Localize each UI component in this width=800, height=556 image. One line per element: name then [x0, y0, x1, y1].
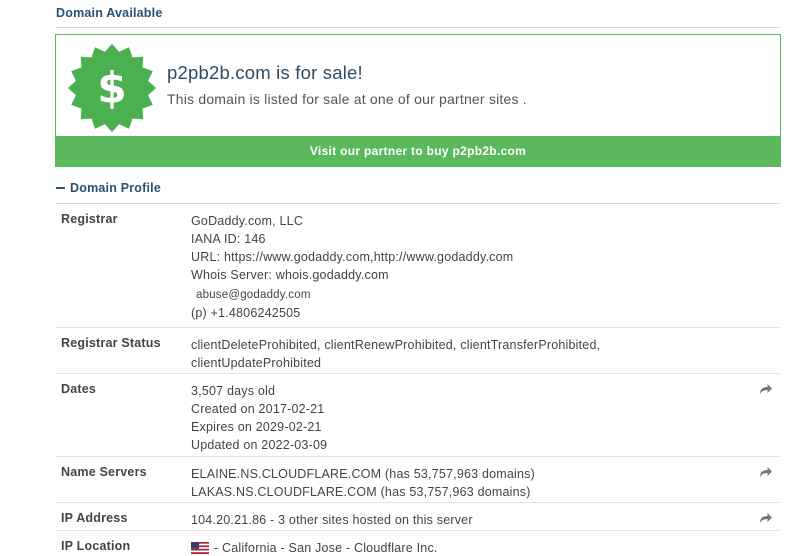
ip-location-text: - California - San Jose - Cloudflare Inc… — [214, 541, 438, 555]
name-servers-row: Name Servers ELAINE.NS.CLOUDFLARE.COM (h… — [55, 456, 780, 502]
share-arrow-icon[interactable] — [759, 512, 773, 524]
dates-row: Dates 3,507 days old Created on 2017-02-… — [55, 373, 780, 456]
registrar-name: GoDaddy.com, LLC — [191, 214, 304, 228]
us-flag-icon — [191, 542, 209, 554]
dollar-badge-icon: $ — [67, 43, 157, 133]
sale-panel: $ p2pb2b.com is for sale! This domain is… — [55, 34, 781, 167]
registrar-label: Registrar — [61, 212, 118, 226]
domain-profile-toggle[interactable]: Domain Profile — [56, 181, 161, 195]
svg-text:$: $ — [97, 64, 126, 113]
registrar-status-label: Registrar Status — [61, 336, 161, 350]
share-arrow-icon[interactable] — [759, 466, 773, 478]
registrar-whois: Whois Server: whois.godaddy.com — [191, 268, 389, 282]
dates-value: 3,507 days old Created on 2017-02-21 Exp… — [191, 382, 751, 454]
ip-location-value: - California - San Jose - Cloudflare Inc… — [191, 539, 751, 556]
ip-address-row: IP Address 104.20.21.86 - 3 other sites … — [55, 502, 780, 530]
domain-available-heading: Domain Available — [56, 6, 163, 20]
expires-date: Expires on 2029-02-21 — [191, 420, 322, 434]
ip-address-value: 104.20.21.86 - 3 other sites hosted on t… — [191, 513, 473, 527]
nameserver-2: LAKAS.NS.CLOUDFLARE.COM (has 53,757,963 … — [191, 485, 531, 499]
collapse-minus-icon — [56, 187, 65, 189]
ip-location-label: IP Location — [61, 539, 131, 553]
created-date: Created on 2017-02-21 — [191, 402, 325, 416]
registrar-status-row: Registrar Status clientDeleteProhibited,… — [55, 327, 780, 373]
ip-address-label: IP Address — [61, 511, 128, 525]
share-arrow-icon[interactable] — [759, 383, 773, 395]
nameserver-1: ELAINE.NS.CLOUDFLARE.COM (has 53,757,963… — [191, 467, 535, 481]
visit-partner-button[interactable]: Visit our partner to buy p2pb2b.com — [55, 136, 781, 167]
registrar-value: GoDaddy.com, LLC IANA ID: 146 URL: https… — [191, 212, 751, 322]
heading-divider — [55, 27, 780, 28]
updated-date: Updated on 2022-03-09 — [191, 438, 328, 452]
status-line-1: clientDeleteProhibited, clientRenewProhi… — [191, 338, 601, 352]
registrar-status-value: clientDeleteProhibited, clientRenewProhi… — [191, 336, 751, 372]
registrar-iana: IANA ID: 146 — [191, 232, 266, 246]
sale-title: p2pb2b.com is for sale! — [167, 62, 363, 83]
registrar-email: abuse@godaddy.com — [196, 289, 311, 301]
domain-age: 3,507 days old — [191, 384, 276, 398]
ip-location-row: IP Location - California - San Jose - Cl… — [55, 530, 780, 556]
registrar-phone: (p) +1.4806242505 — [191, 306, 301, 320]
domain-profile-title: Domain Profile — [70, 181, 162, 195]
dates-label: Dates — [61, 382, 97, 396]
name-servers-label: Name Servers — [61, 465, 147, 479]
sale-subtitle: This domain is listed for sale at one of… — [167, 91, 527, 107]
registrar-row: Registrar GoDaddy.com, LLC IANA ID: 146 … — [55, 204, 780, 327]
registrar-url: URL: https://www.godaddy.com,http://www.… — [191, 250, 514, 264]
status-line-2: clientUpdateProhibited — [191, 356, 322, 370]
name-servers-value: ELAINE.NS.CLOUDFLARE.COM (has 53,757,963… — [191, 465, 751, 501]
